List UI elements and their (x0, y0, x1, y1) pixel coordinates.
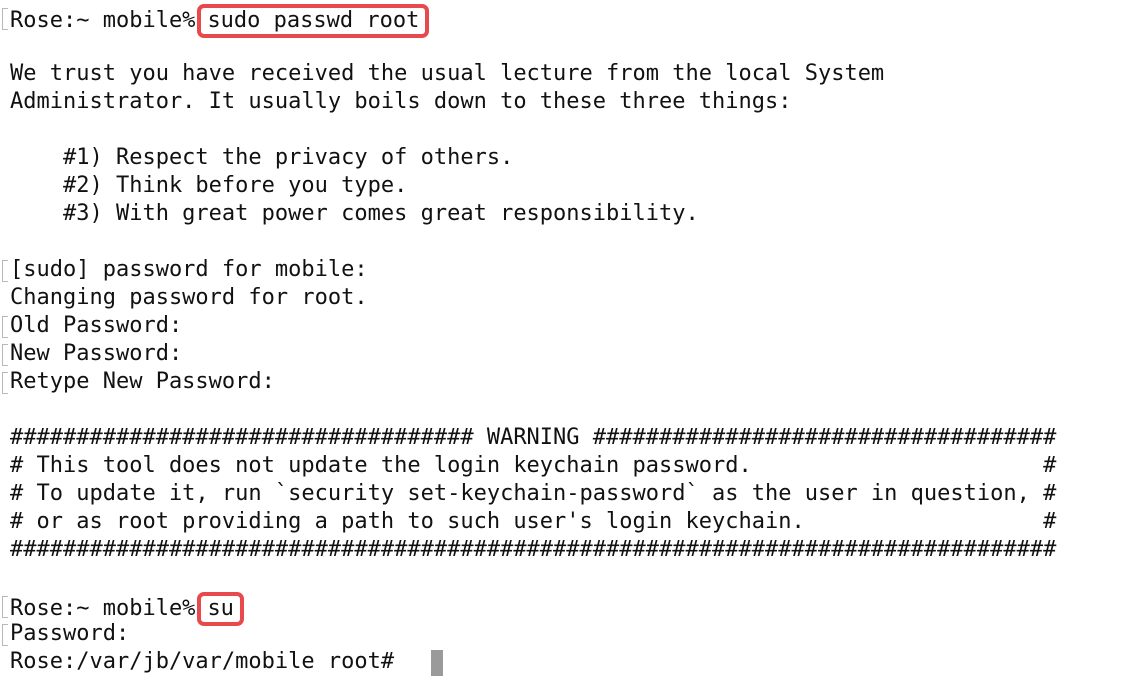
terminal-window[interactable]: Rose:~ mobile% sudo passwd root We trust … (0, 0, 1138, 686)
lecture-rule-3: #3) With great power comes great respons… (10, 201, 699, 226)
highlighted-command-passwd: sudo passwd root (197, 4, 430, 38)
lecture-line-2: Administrator. It usually boils down to … (10, 89, 792, 114)
line-marker (2, 372, 8, 394)
line-marker (2, 316, 8, 338)
terminal-line-command-1: Rose:~ mobile% sudo passwd root (10, 4, 430, 38)
new-password-prompt: New Password: (10, 341, 183, 366)
su-password-prompt: Password: (10, 621, 130, 646)
old-password-prompt: Old Password: (10, 313, 183, 338)
highlighted-command-su: su (197, 592, 244, 626)
lecture-line-1: We trust you have received the usual lec… (10, 61, 885, 86)
changing-password-message: Changing password for root. (10, 285, 368, 310)
warning-line-3: # or as root providing a path to such us… (10, 509, 1057, 534)
terminal-line-command-2: Rose:~ mobile% su (10, 592, 244, 626)
warning-banner-top: ################################### WARN… (10, 425, 1057, 450)
text-cursor[interactable] (431, 650, 443, 676)
line-marker (2, 260, 8, 282)
retype-password-prompt: Retype New Password: (10, 369, 275, 394)
line-marker (2, 8, 8, 30)
shell-prompt: Rose:~ mobile% (10, 8, 196, 33)
lecture-rule-2: #2) Think before you type. (10, 173, 408, 198)
warning-banner-bottom: ########################################… (10, 537, 1057, 562)
line-marker (2, 624, 8, 646)
line-marker (2, 596, 8, 618)
root-shell-prompt: Rose:/var/jb/var/mobile root# (10, 649, 395, 674)
warning-line-1: # This tool does not update the login ke… (10, 453, 1057, 478)
shell-prompt: Rose:~ mobile% (10, 596, 196, 621)
warning-line-2: # To update it, run `security set-keycha… (10, 481, 1057, 506)
lecture-rule-1: #1) Respect the privacy of others. (10, 145, 514, 170)
line-marker (2, 344, 8, 366)
sudo-password-prompt: [sudo] password for mobile: (10, 257, 368, 282)
